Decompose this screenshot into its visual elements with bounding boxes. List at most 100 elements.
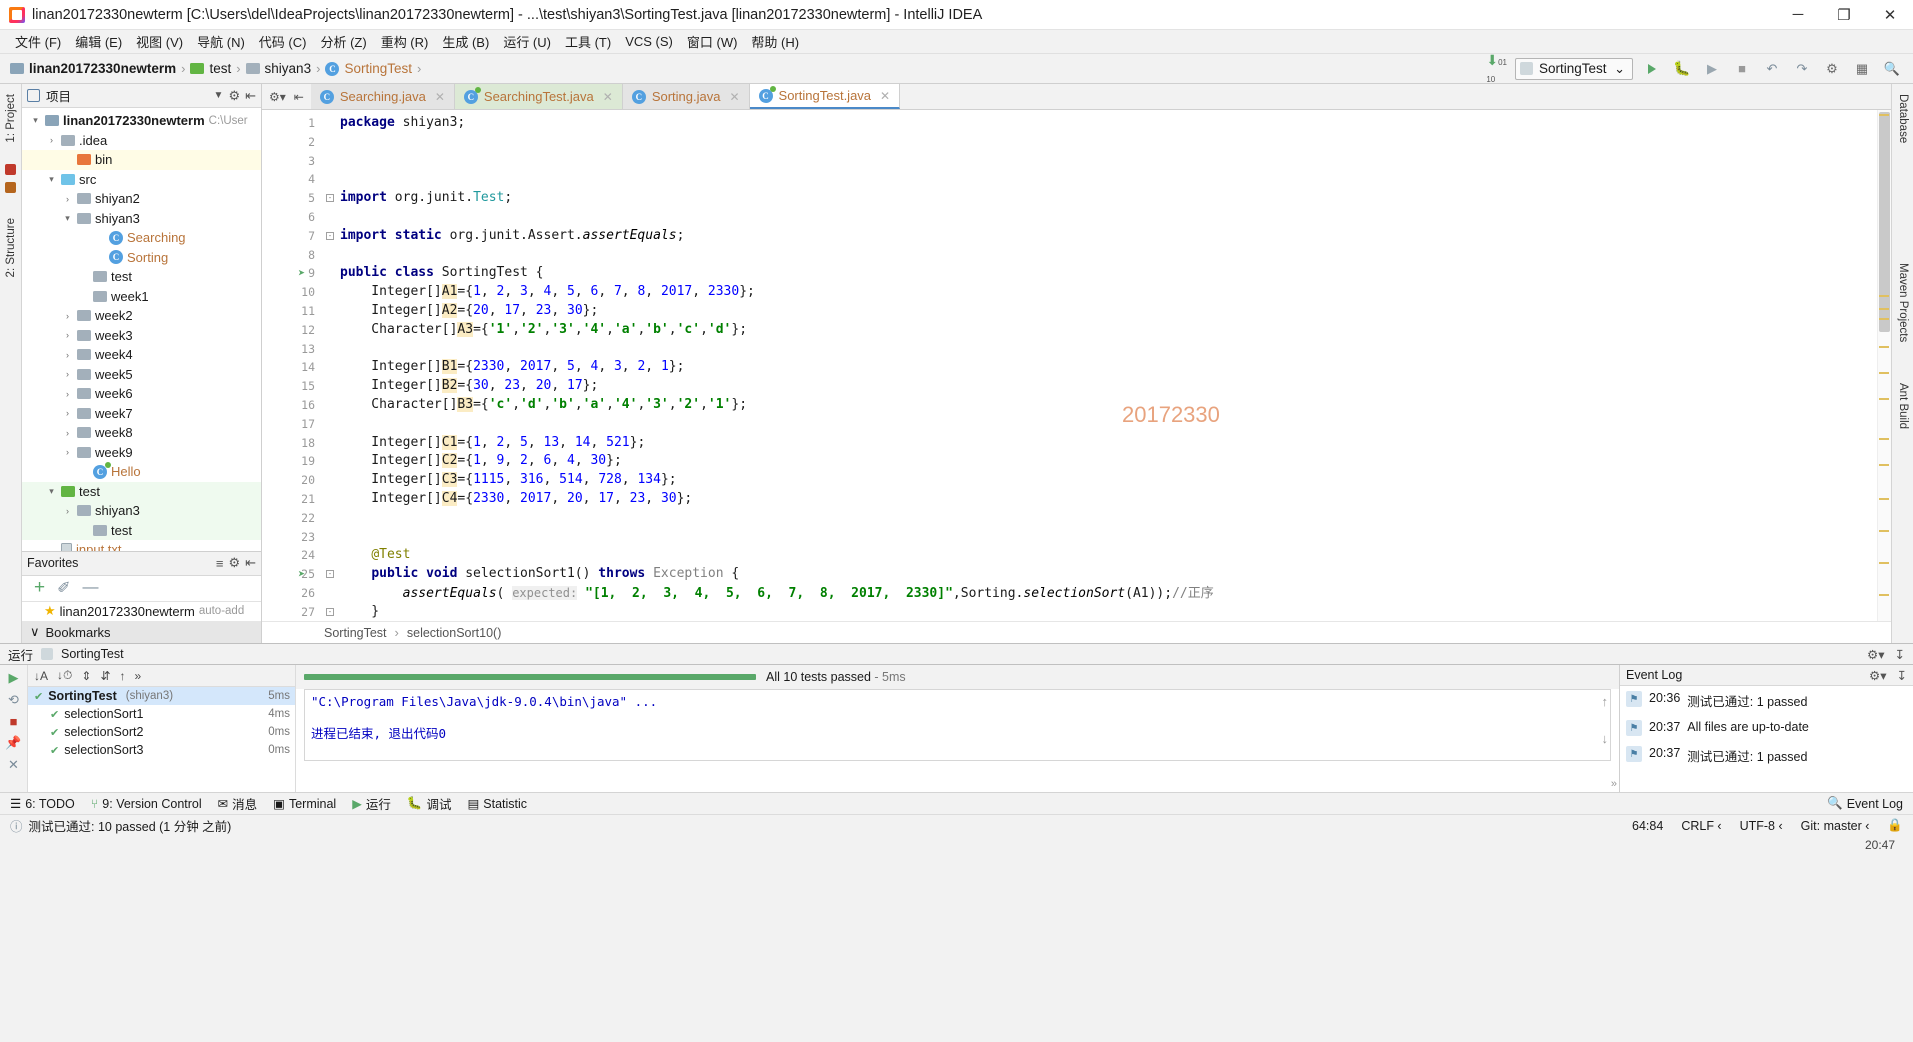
tool-strip---[interactable]: ▶ 运行 bbox=[352, 794, 391, 813]
edit-favorite-button[interactable]: ✐ bbox=[57, 578, 70, 598]
hide-icon[interactable]: ↧ bbox=[1895, 647, 1905, 662]
tool-tab-ant[interactable]: Ant Build bbox=[1894, 379, 1912, 433]
hide-icon[interactable]: ↧ bbox=[1897, 668, 1907, 683]
breadcrumb-item-project[interactable]: linan20172330newterm bbox=[8, 61, 178, 76]
chevron-icon[interactable]: › bbox=[62, 350, 73, 360]
code-line[interactable]: - } bbox=[326, 603, 1891, 621]
tree-row-shiyan2[interactable]: › shiyan2 bbox=[22, 189, 261, 209]
structure-strip-icon[interactable] bbox=[5, 182, 16, 193]
chevron-icon[interactable]: › bbox=[62, 311, 73, 321]
menu-item-0[interactable]: 文件 (F) bbox=[8, 30, 68, 53]
tree-row--idea[interactable]: › .idea bbox=[22, 131, 261, 151]
code-line[interactable]: Character[]A3={'1','2','3','4','a','b','… bbox=[340, 321, 1891, 340]
add-favorite-button[interactable]: + bbox=[34, 577, 45, 599]
console-text-area[interactable]: "C:\Program Files\Java\jdk-9.0.4\bin\jav… bbox=[304, 689, 1611, 761]
more-icon[interactable]: » bbox=[135, 669, 142, 683]
toggle-auto-test-button[interactable]: ⟲ bbox=[8, 692, 19, 708]
gear-icon[interactable]: ⚙▾ bbox=[1867, 647, 1884, 662]
code-line[interactable]: Integer[]B2={30, 23, 20, 17}; bbox=[340, 377, 1891, 396]
scroll-down-icon[interactable]: ↓ bbox=[1602, 731, 1609, 746]
favorites-item[interactable]: ★ linan20172330newterm auto-add bbox=[22, 602, 261, 622]
stop-button[interactable]: ■ bbox=[10, 714, 18, 729]
close-button[interactable]: ✕ bbox=[1867, 0, 1913, 30]
code-line[interactable]: Integer[]A2={20, 17, 23, 30}; bbox=[340, 302, 1891, 321]
collapse-all-icon[interactable]: ⇵ bbox=[100, 669, 110, 683]
code-line[interactable]: - import static org.junit.Assert.assertEq… bbox=[326, 227, 1891, 246]
chevron-icon[interactable]: › bbox=[62, 408, 73, 418]
gear-icon[interactable]: ⚙▾ bbox=[1869, 668, 1886, 683]
chevron-icon[interactable]: ▾ bbox=[46, 486, 57, 497]
menu-item-1[interactable]: 编辑 (E) bbox=[68, 30, 129, 53]
tool-strip---[interactable]: 🐛 调试 bbox=[407, 794, 452, 813]
prev-failed-icon[interactable]: ↑ bbox=[120, 669, 126, 683]
code-line[interactable]: - public void selectionSort1() throws Ex… bbox=[326, 565, 1891, 584]
editor-scrollbar-thumb[interactable] bbox=[1879, 112, 1890, 332]
download-icon[interactable]: ⬇01 10 bbox=[1486, 52, 1507, 85]
code-line[interactable] bbox=[340, 133, 1891, 152]
file-encoding[interactable]: UTF-8 ‹ bbox=[1740, 819, 1783, 833]
chevron-down-icon[interactable]: ▾ bbox=[30, 115, 41, 126]
chevron-icon[interactable]: › bbox=[46, 135, 57, 145]
sort-az-icon[interactable]: ↓A bbox=[34, 669, 48, 683]
remove-favorite-button[interactable]: — bbox=[83, 579, 99, 597]
tree-row-searching[interactable]: C Searching bbox=[22, 228, 261, 248]
code-line[interactable]: Integer[]C1={1, 2, 5, 13, 14, 521}; bbox=[340, 434, 1891, 453]
editor-marker-bar[interactable] bbox=[1877, 110, 1891, 621]
breadcrumb-item-test[interactable]: test bbox=[188, 61, 233, 76]
collapse-icon[interactable]: ⇤ bbox=[245, 555, 256, 571]
tree-row-root[interactable]: ▾ linan20172330newterm C:\User bbox=[22, 111, 261, 131]
tool-strip-terminal[interactable]: ▣ Terminal bbox=[273, 796, 336, 812]
tree-row-shiyan3[interactable]: › shiyan3 bbox=[22, 501, 261, 521]
chevron-icon[interactable]: ▾ bbox=[46, 174, 57, 185]
menu-item-9[interactable]: 工具 (T) bbox=[558, 30, 618, 53]
expand-all-icon[interactable]: ⇕ bbox=[81, 669, 91, 683]
bookmarks-row[interactable]: ∨ Bookmarks bbox=[22, 621, 261, 643]
tool-strip-6--todo[interactable]: ☰ 6: TODO bbox=[10, 796, 75, 812]
test-result-row[interactable]: ✔ selectionSort2 0ms bbox=[28, 723, 295, 741]
editor-tab-sorting-java[interactable]: C Sorting.java ✕ bbox=[622, 84, 750, 109]
code-line[interactable]: Integer[]C2={1, 9, 2, 6, 4, 30}; bbox=[340, 452, 1891, 471]
split-icon[interactable]: ≡ bbox=[216, 556, 224, 571]
git-branch[interactable]: Git: master ‹ bbox=[1801, 819, 1870, 833]
database-strip-icon[interactable] bbox=[5, 164, 16, 175]
code-line[interactable] bbox=[340, 528, 1891, 547]
menu-item-12[interactable]: 帮助 (H) bbox=[744, 30, 806, 53]
test-result-row[interactable]: ✔ SortingTest (shiyan3) 5ms bbox=[28, 687, 295, 705]
chevron-down-icon[interactable]: ▼ bbox=[214, 90, 224, 101]
sort-time-icon[interactable]: ↓⏱ bbox=[57, 668, 72, 683]
code-line[interactable]: @Test bbox=[340, 546, 1891, 565]
tool-strip---[interactable]: ✉ 消息 bbox=[218, 794, 258, 813]
run-tab-label[interactable]: 运行 bbox=[8, 645, 33, 664]
code-line[interactable]: - import org.junit.Test; bbox=[326, 189, 1891, 208]
expand-icon[interactable]: » bbox=[1611, 778, 1617, 790]
tree-row-week8[interactable]: › week8 bbox=[22, 423, 261, 443]
code-line[interactable] bbox=[340, 340, 1891, 359]
collapse-icon[interactable]: ⇤ bbox=[245, 88, 256, 104]
tool-tab-database[interactable]: Database bbox=[1894, 90, 1912, 147]
code-line[interactable] bbox=[340, 509, 1891, 528]
redo-icon[interactable]: ↷ bbox=[1791, 58, 1813, 80]
event-log-entry[interactable]: ⚑ 20:37 All files are up-to-date bbox=[1620, 715, 1913, 741]
tree-row-week2[interactable]: › week2 bbox=[22, 306, 261, 326]
close-tab-icon[interactable]: ✕ bbox=[435, 90, 445, 104]
gear-icon[interactable]: ⚙▾ bbox=[269, 90, 286, 104]
code-line[interactable] bbox=[340, 208, 1891, 227]
stop-button[interactable]: ■ bbox=[1731, 58, 1753, 80]
code-fold-icon[interactable]: - bbox=[326, 570, 334, 579]
menu-item-7[interactable]: 生成 (B) bbox=[435, 30, 496, 53]
line-separator[interactable]: CRLF ‹ bbox=[1681, 819, 1721, 833]
close-tab-icon[interactable]: ✕ bbox=[880, 89, 890, 103]
settings-icon[interactable]: ⚙ bbox=[1821, 58, 1843, 80]
collapse-icon[interactable]: ⇤ bbox=[294, 90, 304, 104]
test-results-tree[interactable]: ↓A ↓⏱ ⇕ ⇵ ↑ » ✔ SortingTest (shiyan3) 5ms ✔ s… bbox=[28, 665, 296, 792]
event-log-entry[interactable]: ⚑ 20:37 测试已通过: 1 passed bbox=[1620, 741, 1913, 770]
tree-row-test[interactable]: ▾ test bbox=[22, 481, 261, 501]
caret-position[interactable]: 64:84 bbox=[1632, 819, 1663, 833]
code-line[interactable]: Character[]B3={'c','d','b','a','4','3','… bbox=[340, 396, 1891, 415]
code-fold-icon[interactable]: - bbox=[326, 231, 334, 240]
editor-tab-searching-java[interactable]: C Searching.java ✕ bbox=[310, 84, 455, 109]
chevron-icon[interactable]: › bbox=[62, 506, 73, 516]
debug-button[interactable]: 🐛 bbox=[1671, 58, 1693, 80]
tree-row-sorting[interactable]: C Sorting bbox=[22, 248, 261, 268]
chevron-icon[interactable]: › bbox=[62, 447, 73, 457]
